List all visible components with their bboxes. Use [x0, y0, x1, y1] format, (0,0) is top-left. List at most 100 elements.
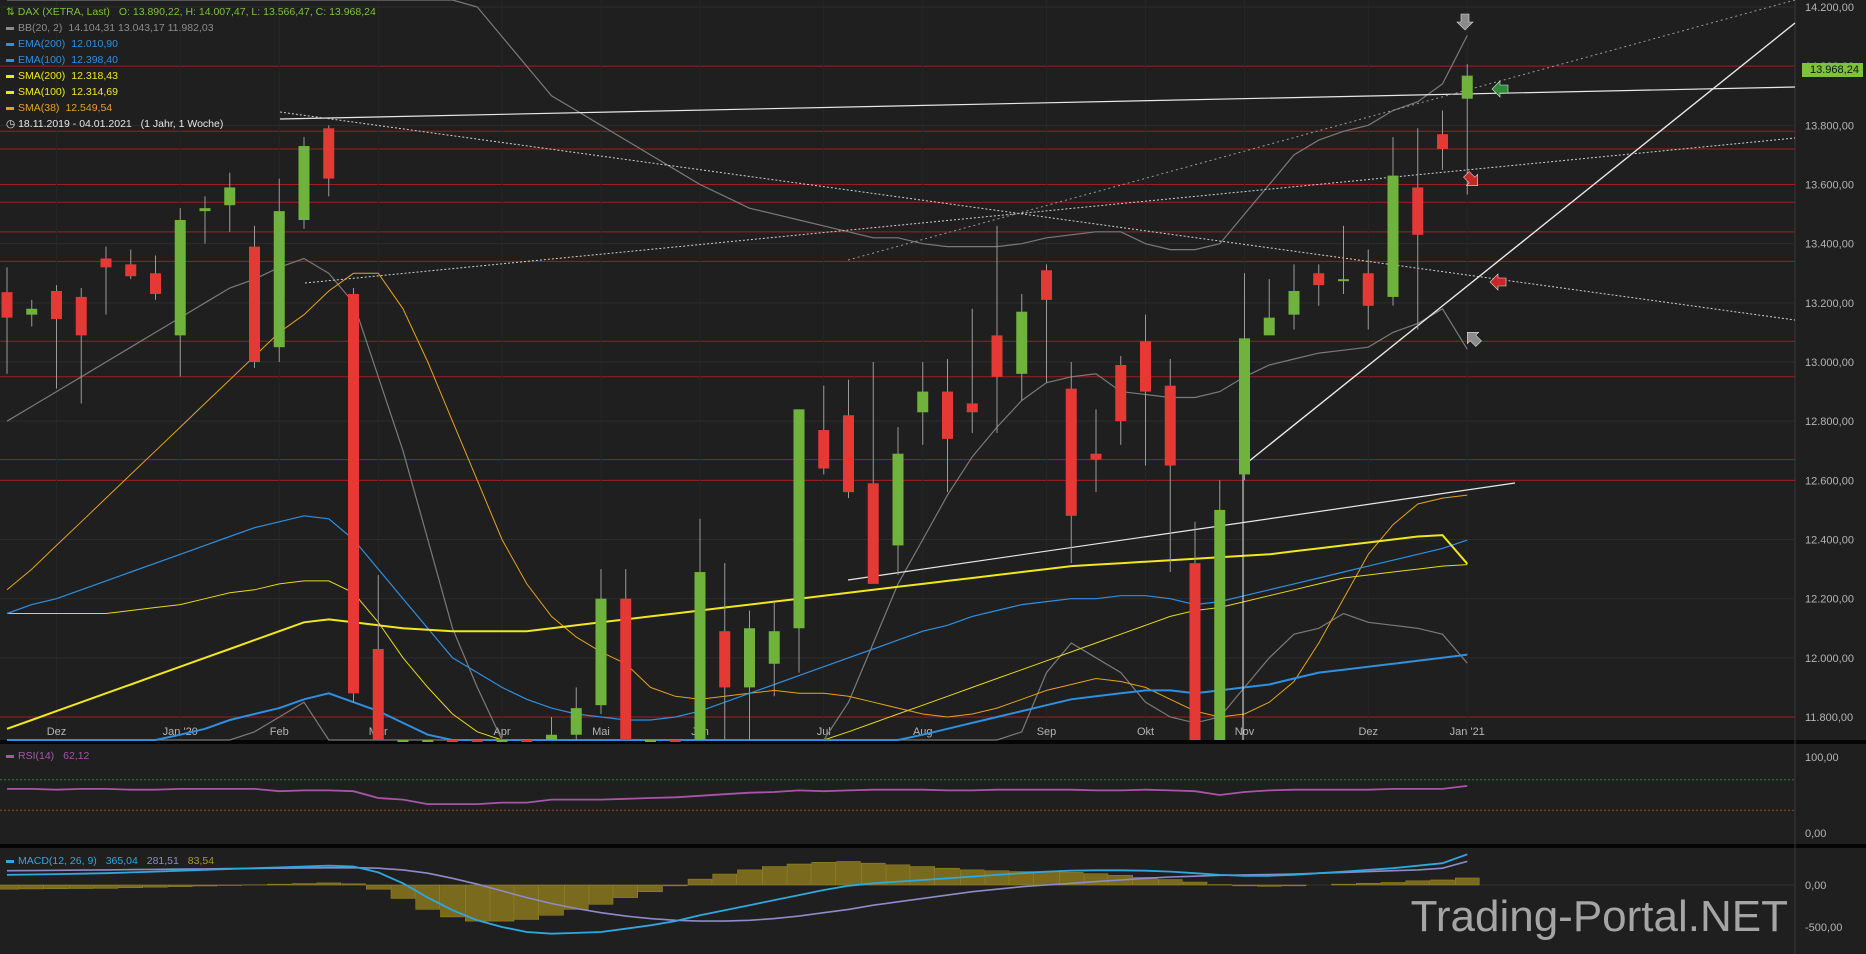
- macd-histogram-bar: [390, 884, 416, 899]
- candle-down: [249, 246, 260, 362]
- y-tick-label: 12.400,00: [1805, 535, 1854, 547]
- y-tick-label: 12.600,00: [1805, 475, 1854, 487]
- x-tick-label: Okt: [1137, 726, 1154, 738]
- macd-legend: MACD(12, 26, 9) 365,04 281,51 83,54: [6, 855, 214, 867]
- macd-histogram-bar: [836, 861, 861, 886]
- chart-canvas: 14.200,0014.000,0013.800,0013.600,0013.4…: [0, 0, 1866, 954]
- candle-up: [645, 740, 656, 742]
- instrument-line: ⇅ DAX (XETRA, Last) O: 13.890,22, H: 14.…: [6, 6, 376, 18]
- macd-swatch: [6, 859, 14, 863]
- x-tick-label: Jan '21: [1450, 726, 1485, 738]
- open-value: 13.890,22: [132, 6, 180, 18]
- macd-histogram-bar: [712, 873, 737, 886]
- candle-up: [1387, 175, 1399, 297]
- macd-histogram-bar: [143, 884, 168, 888]
- candle-down: [669, 740, 681, 742]
- date-range: ◷ 18.11.2019 - 04.01.2021 (1 Jahr, 1 Woc…: [6, 118, 223, 130]
- legend-value: 12.318,43: [71, 70, 118, 82]
- macd-histogram-bar: [786, 863, 812, 886]
- legend-name: EMA(200): [18, 38, 66, 50]
- legend-swatch: [6, 26, 14, 30]
- macd-histogram-bar: [1034, 871, 1059, 886]
- candle-down: [867, 483, 879, 584]
- candle-down: [75, 296, 87, 336]
- macd-histogram-bar: [341, 883, 366, 886]
- legend-name: BB(20, 2): [18, 22, 63, 34]
- macd-histogram-bar: [984, 870, 1010, 886]
- candle-up: [26, 308, 38, 315]
- legend-name: EMA(100): [18, 54, 66, 66]
- y-tick-label: 13.600,00: [1805, 180, 1854, 192]
- legend-name: SMA(100): [18, 86, 66, 98]
- candle-up: [174, 220, 186, 336]
- macd-histogram-bar: [687, 878, 713, 886]
- macd-histogram-bar: [737, 869, 762, 886]
- legend-value: 14.104,31 13.043,17 11.982,03: [68, 22, 214, 34]
- candle-up: [496, 740, 508, 742]
- legend-value: 12.010,90: [71, 38, 118, 50]
- macd-histogram-bar: [1380, 882, 1406, 886]
- y-tick-label: 12.000,00: [1805, 653, 1854, 665]
- candle-up: [1263, 317, 1275, 336]
- rsi-pane: [0, 744, 1866, 844]
- x-tick-label: Mai: [592, 726, 610, 738]
- y-tick-label: 13.400,00: [1805, 239, 1854, 251]
- candle-up: [273, 211, 285, 348]
- candle-down: [1, 292, 13, 318]
- x-tick-label: Nov: [1235, 726, 1255, 738]
- candle-up: [546, 734, 557, 740]
- macd-histogram-bar: [465, 884, 490, 922]
- candle-down: [471, 740, 483, 742]
- candle-up: [1461, 75, 1473, 99]
- macd-histogram-bar: [316, 882, 341, 886]
- candle-up: [768, 631, 780, 664]
- candle-down: [348, 293, 359, 694]
- rsi-tick-label: 0,00: [1805, 828, 1826, 840]
- legend-name: SMA(200): [18, 70, 66, 82]
- macd-histogram-bar: [192, 884, 218, 887]
- legend-swatch: [6, 74, 14, 78]
- macd-histogram-bar: [440, 884, 465, 918]
- low-label: L:: [251, 6, 261, 18]
- rsi-value: 62,12: [63, 750, 90, 762]
- candle-up: [224, 187, 236, 206]
- x-tick-label: Dez: [1358, 726, 1378, 738]
- candle-down: [1412, 187, 1424, 235]
- candle-up: [298, 146, 310, 220]
- candle-up: [570, 708, 582, 735]
- macd-histogram-bar: [267, 883, 292, 886]
- macd-signal-value: 281,51: [146, 855, 179, 867]
- candle-down: [100, 258, 112, 268]
- last-price-tag: 13.968,24: [1802, 63, 1863, 77]
- candle-down: [1362, 273, 1374, 306]
- candle-up: [422, 740, 434, 742]
- x-tick-label: Feb: [270, 726, 289, 738]
- legend-entry: SMA(38) 12.549,54: [6, 102, 112, 114]
- legend-value: 12.549,54: [65, 102, 113, 114]
- close-label: C:: [315, 6, 327, 18]
- y-tick-label: 12.200,00: [1805, 594, 1854, 606]
- watermark: Trading-Portal.NET: [1410, 892, 1788, 941]
- macd-histogram-bar: [69, 884, 94, 889]
- macd-histogram-bar: [861, 862, 886, 886]
- legend-swatch: [6, 106, 14, 110]
- macd-tick-label: -500,00: [1805, 922, 1842, 934]
- macd-histogram-bar: [1281, 884, 1307, 887]
- macd-histogram-bar: [0, 884, 20, 890]
- macd-histogram-bar: [564, 884, 589, 910]
- open-label: O:: [118, 6, 130, 18]
- macd-histogram-bar: [935, 867, 960, 886]
- date-range-detail: (1 Jahr, 1 Woche): [140, 118, 224, 130]
- candle-down: [1090, 453, 1102, 460]
- legend-swatch: [6, 42, 14, 46]
- macd-histogram-bar: [811, 862, 836, 886]
- candle-down: [1313, 273, 1325, 286]
- legend-entry: EMA(200) 12.010,90: [6, 38, 118, 50]
- macd-histogram-bar: [168, 884, 193, 887]
- date-range-text: 18.11.2019 - 04.01.2021: [18, 118, 132, 130]
- candle-up: [1214, 509, 1226, 740]
- candle-down: [1041, 270, 1052, 300]
- close-value: 13.968,24: [329, 6, 376, 18]
- macd-tick-label: 0,00: [1805, 880, 1826, 892]
- macd-histogram-bar: [118, 884, 143, 889]
